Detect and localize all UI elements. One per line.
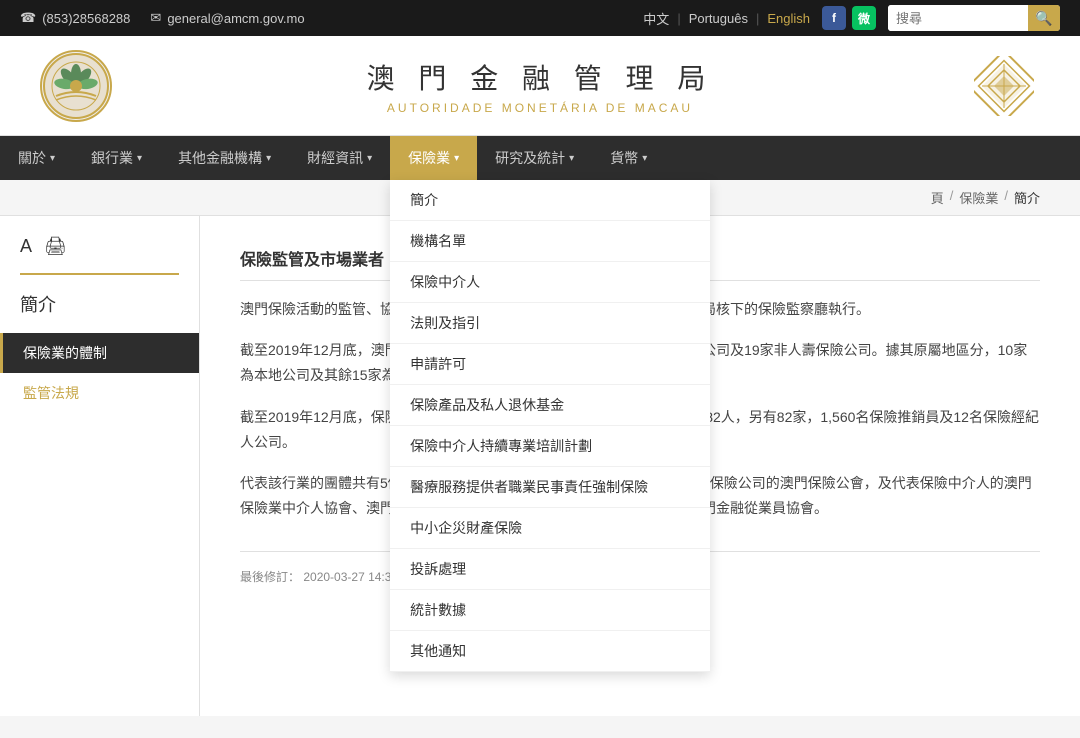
sidebar-item-regulations[interactable]: 監管法規 (0, 373, 199, 413)
site-title: 澳 門 金 融 管 理 局 AUTORIDADE MONETÁRIA DE MA… (112, 57, 968, 115)
search-button[interactable]: 🔍 (1028, 5, 1060, 31)
phone-number: (853)28568288 (42, 11, 130, 26)
print-icon[interactable]: 🖨 (44, 236, 67, 257)
breadcrumb-sep-2: / (1004, 188, 1008, 207)
nav-finance-info-arrow: ▾ (367, 153, 372, 164)
email-address: general@amcm.gov.mo (167, 11, 304, 26)
phone-icon: ☎ (20, 10, 36, 26)
top-bar-left: ☎ (853)28568288 ✉ general@amcm.gov.mo (20, 10, 305, 26)
sidebar-divider (20, 273, 179, 275)
dropdown-notices[interactable]: 其他通知 (390, 631, 710, 672)
nav-about-arrow: ▾ (50, 153, 55, 164)
facebook-icon[interactable]: f (822, 6, 846, 30)
dropdown-medical[interactable]: 醫療服務提供者職業民事責任強制保險 (390, 467, 710, 508)
nav-banking-arrow: ▾ (137, 153, 142, 164)
breadcrumb-current: 簡介 (1014, 188, 1040, 207)
phone-info: ☎ (853)28568288 (20, 10, 130, 26)
dropdown-statistics[interactable]: 統計數據 (390, 590, 710, 631)
sidebar-title: 簡介 (0, 291, 199, 333)
nav-research-arrow: ▾ (569, 153, 574, 164)
nav-insurance[interactable]: 保險業 ▾ 簡介 機構名單 保險中介人 法則及指引 申請許可 保險產品及私人退休… (390, 136, 477, 180)
nav-about-label: 關於 (18, 148, 46, 168)
dropdown-laws[interactable]: 法則及指引 (390, 303, 710, 344)
nav-other-fi-arrow: ▾ (266, 153, 271, 164)
breadcrumb-home[interactable]: 頁 (931, 188, 944, 207)
sidebar: A 🖨 簡介 保險業的體制 監管法規 (0, 216, 200, 716)
nav-banking[interactable]: 銀行業 ▾ (73, 136, 160, 180)
nav-finance-info[interactable]: 財經資訊 ▾ (289, 136, 390, 180)
wechat-icon[interactable]: 微 (852, 6, 876, 30)
nav-about[interactable]: 關於 ▾ (0, 136, 73, 180)
nav-currency[interactable]: 貨幣 ▾ (592, 136, 665, 180)
top-bar-right: 中文 | Português | English f 微 🔍 (643, 5, 1060, 31)
lang-sep-2: | (756, 11, 759, 26)
dropdown-intermediary[interactable]: 保險中介人 (390, 262, 710, 303)
nav-insurance-arrow: ▾ (454, 153, 459, 164)
site-header: 澳 門 金 融 管 理 局 AUTORIDADE MONETÁRIA DE MA… (0, 36, 1080, 136)
breadcrumb-sep-1: / (950, 188, 954, 207)
lang-sep-1: | (677, 11, 680, 26)
nav-insurance-label: 保險業 (408, 148, 450, 168)
main-nav: 關於 ▾ 銀行業 ▾ 其他金融機構 ▾ 財經資訊 ▾ 保險業 ▾ 簡介 機構名單… (0, 136, 1080, 180)
font-size-icon[interactable]: A (20, 236, 32, 257)
lang-zh[interactable]: 中文 (643, 9, 669, 28)
lang-en[interactable]: English (767, 11, 810, 26)
insurance-dropdown: 簡介 機構名單 保險中介人 法則及指引 申請許可 保險產品及私人退休基金 保險中… (390, 180, 710, 672)
dropdown-complaint[interactable]: 投訴處理 (390, 549, 710, 590)
nav-other-fi-label: 其他金融機構 (178, 148, 262, 168)
macau-emblem (40, 50, 112, 122)
last-modified-label: 最後修訂： (240, 570, 300, 584)
lang-pt[interactable]: Português (689, 11, 748, 26)
nav-research[interactable]: 研究及統計 ▾ (477, 136, 592, 180)
macau-logo (40, 50, 112, 122)
nav-other-fi[interactable]: 其他金融機構 ▾ (160, 136, 289, 180)
sidebar-item-structure[interactable]: 保險業的體制 (0, 333, 199, 373)
sidebar-tools: A 🖨 (0, 236, 199, 273)
title-chinese: 澳 門 金 融 管 理 局 (112, 57, 968, 97)
search-input[interactable] (888, 5, 1028, 31)
email-info: ✉ general@amcm.gov.mo (150, 10, 304, 26)
nav-research-label: 研究及統計 (495, 148, 565, 168)
nav-banking-label: 銀行業 (91, 148, 133, 168)
social-icons: f 微 (822, 6, 876, 30)
nav-currency-arrow: ▾ (642, 153, 647, 164)
dropdown-sme[interactable]: 中小企災財產保險 (390, 508, 710, 549)
amcm-logo (968, 50, 1040, 122)
dropdown-products[interactable]: 保險產品及私人退休基金 (390, 385, 710, 426)
amcm-logo-svg (974, 56, 1034, 116)
dropdown-intro[interactable]: 簡介 (390, 180, 710, 221)
search-box: 🔍 (888, 5, 1060, 31)
email-icon: ✉ (150, 10, 161, 26)
dropdown-apply[interactable]: 申請許可 (390, 344, 710, 385)
nav-currency-label: 貨幣 (610, 148, 638, 168)
nav-finance-info-label: 財經資訊 (307, 148, 363, 168)
title-portuguese: AUTORIDADE MONETÁRIA DE MACAU (112, 101, 968, 115)
dropdown-org-list[interactable]: 機構名單 (390, 221, 710, 262)
breadcrumb-insurance[interactable]: 保險業 (959, 188, 998, 207)
language-switcher: 中文 | Português | English (643, 9, 810, 28)
top-bar: ☎ (853)28568288 ✉ general@amcm.gov.mo 中文… (0, 0, 1080, 36)
dropdown-training[interactable]: 保險中介人持續專業培訓計劃 (390, 426, 710, 467)
